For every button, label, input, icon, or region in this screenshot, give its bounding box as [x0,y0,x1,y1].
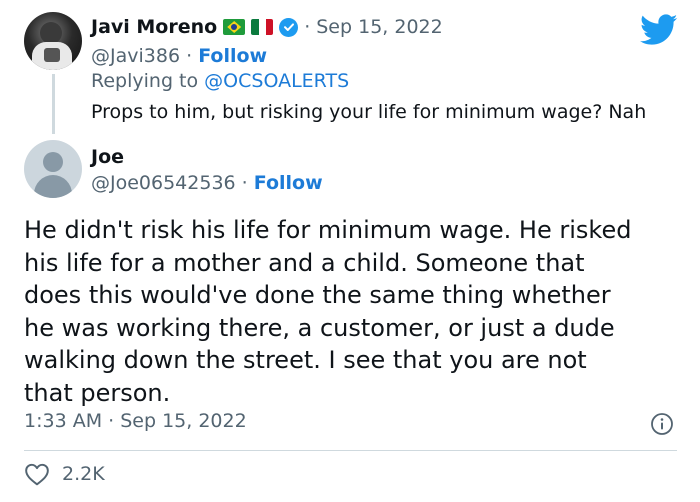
follow-button-javi[interactable]: Follow [198,45,267,67]
tweet-timestamp[interactable]: 1:33 AM · Sep 15, 2022 [24,410,247,432]
tweet-text-line: does this would've done the same thing w… [24,281,611,309]
mexico-flag-icon [251,19,274,35]
avatar-joe[interactable] [24,140,82,198]
thread-connector-line [52,74,55,134]
replying-to-line: Replying to @OCSOALERTS [91,70,349,92]
replying-to-label: Replying to [91,70,199,92]
tweet-text-line: He didn't risk his life for minimum wage… [24,216,632,244]
verified-badge-icon [279,17,299,37]
tweet-divider [24,450,677,451]
tweet-text-line: walking down the street. I see that you … [24,346,587,374]
like-count: 2.2K [62,463,105,485]
main-tweet-text: He didn't risk his life for minimum wage… [24,214,684,409]
reply-tweet-date[interactable]: Sep 15, 2022 [316,16,442,38]
info-icon[interactable] [650,412,674,436]
heart-icon[interactable] [24,462,50,486]
handle-separator: · [186,45,193,67]
header-separator: · [304,16,311,38]
reply-tweet-header: Javi Moreno · Sep 15, 2022 [91,14,443,40]
reply-tweet-handle-row: @Javi386 · Follow [91,45,267,67]
handle-separator: · [241,172,248,194]
brazil-flag-icon [223,19,246,35]
reply-tweet-text: Props to him, but risking your life for … [91,101,647,123]
display-name-joe[interactable]: Joe [91,146,124,168]
main-tweet-handle-row: @Joe06542536 · Follow [91,172,323,194]
avatar-javi[interactable] [24,12,82,70]
display-name-javi[interactable]: Javi Moreno [91,16,217,38]
replying-to-handle[interactable]: @OCSOALERTS [204,70,349,92]
like-action[interactable]: 2.2K [24,462,105,486]
tweet-text-line: that person. [24,378,171,407]
handle-javi[interactable]: @Javi386 [91,45,180,67]
twitter-bird-icon[interactable] [640,14,678,46]
follow-button-joe[interactable]: Follow [254,172,323,194]
tweet-text-line: his life for a mother and a child. Someo… [24,248,585,277]
handle-joe[interactable]: @Joe06542536 [91,172,236,194]
tweet-text-line: he was working there, a customer, or jus… [24,313,615,342]
